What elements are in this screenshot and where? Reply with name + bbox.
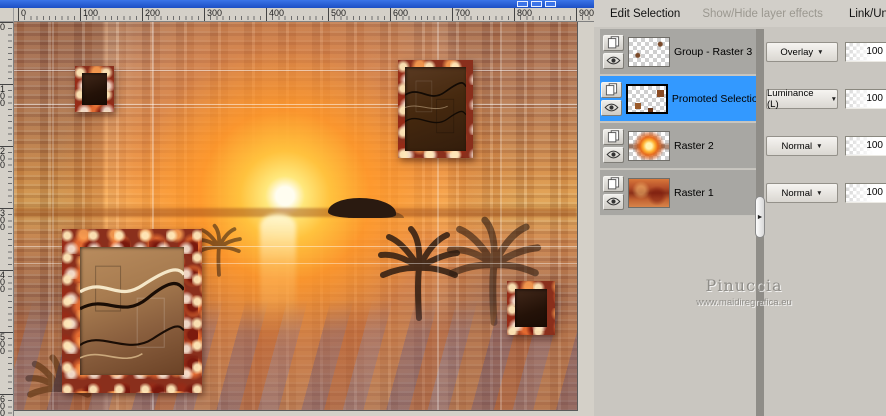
ruler-tick-label: 4 0 0 xyxy=(0,270,13,294)
layer-thumbnail[interactable] xyxy=(628,130,670,161)
opacity-field[interactable]: 100 xyxy=(845,183,886,203)
opacity-field[interactable]: 100 xyxy=(845,136,886,156)
ruler-tick-label: 500 xyxy=(328,8,346,21)
ruler-tick-label: 800 xyxy=(514,8,532,21)
opacity-field[interactable]: 100 xyxy=(845,42,886,62)
eye-icon[interactable] xyxy=(602,193,624,210)
blend-mode-dropdown[interactable]: Normal ▼ xyxy=(766,183,838,203)
ruler-tick-label: 5 0 0 xyxy=(0,332,13,356)
layer-row[interactable]: Raster 1 xyxy=(600,170,756,216)
eye-icon[interactable] xyxy=(602,52,624,69)
ruler-tick-label: 600 xyxy=(390,8,408,21)
ruler-tick-label: 0 xyxy=(0,22,13,32)
layer-row[interactable]: Group - Raster 3 xyxy=(600,29,756,75)
ruler-tick-label: 1 0 0 xyxy=(0,84,13,108)
layer-name: Raster 2 xyxy=(674,139,714,152)
layer-list: Group - Raster 3 Promoted Selection Rast… xyxy=(600,29,756,217)
layer-name: Raster 1 xyxy=(674,186,714,199)
layer-pages-icon[interactable] xyxy=(602,175,624,192)
ruler-tick-label: 900 xyxy=(576,8,594,21)
palette-splitter[interactable]: ► xyxy=(755,29,765,416)
light-streak xyxy=(500,22,502,410)
ruler-tick-label: 3 0 0 xyxy=(0,208,13,232)
layer-thumbnail[interactable] xyxy=(625,83,668,114)
layer-pages-icon[interactable] xyxy=(602,34,624,51)
image-window-titlebar[interactable] xyxy=(0,0,594,8)
canvas-artwork[interactable] xyxy=(14,22,578,411)
layer-pages-icon[interactable] xyxy=(601,81,623,98)
ruler-tick-label: 2 0 0 xyxy=(0,146,13,170)
layer-name: Promoted Selection xyxy=(671,92,756,105)
chevron-down-icon: ▼ xyxy=(816,142,823,150)
picture-frame-small-bottom-right xyxy=(507,281,555,335)
window-close-button[interactable] xyxy=(545,1,556,7)
blend-mode-dropdown[interactable]: Overlay ▼ xyxy=(766,42,838,62)
ruler-horizontal[interactable]: 0 100 200 300 400 500 600 700 800 900 xyxy=(14,8,594,22)
eye-icon[interactable] xyxy=(602,146,624,163)
ruler-tick-label: 6 0 0 xyxy=(0,394,13,416)
layer-row[interactable]: Raster 2 xyxy=(600,123,756,169)
blend-mode-dropdown[interactable]: Luminance (L) ▼ xyxy=(766,88,838,110)
watermark: Pinuccia www.maidiregrafica.eu xyxy=(624,276,864,308)
ruler-corner xyxy=(0,8,14,22)
ruler-tick-label: 700 xyxy=(452,8,470,21)
light-streak xyxy=(52,22,54,410)
toolbar-item: Show/Hide layer effects xyxy=(702,7,823,20)
toolbar-item[interactable]: Edit Selection xyxy=(610,8,680,20)
layers-palette: Edit Selection Show/Hide layer effects Lin… xyxy=(594,0,886,416)
ruler-tick-label: 300 xyxy=(204,8,222,21)
ruler-vertical[interactable]: 0 1 0 0 2 0 0 3 0 0 4 0 0 5 0 0 6 0 0 xyxy=(0,22,14,416)
picture-frame-small-top-left xyxy=(75,66,114,112)
opacity-field[interactable]: 100 xyxy=(845,89,886,109)
watermark-name: Pinuccia xyxy=(705,276,783,295)
ruler-tick-label: 100 xyxy=(80,8,98,21)
chevron-down-icon: ▼ xyxy=(816,189,823,197)
splitter-handle-icon[interactable]: ► xyxy=(755,196,765,238)
watermark-site: www.maidiregrafica.eu xyxy=(696,297,792,308)
chevron-down-icon: ▼ xyxy=(830,95,837,103)
window-minimize-button[interactable] xyxy=(517,1,528,7)
ruler-tick-label: 400 xyxy=(266,8,284,21)
layer-thumbnail[interactable] xyxy=(628,177,670,208)
layers-toolbar: Edit Selection Show/Hide layer effects Lin… xyxy=(594,0,886,27)
eye-icon[interactable] xyxy=(601,99,623,116)
layer-row[interactable]: Promoted Selection xyxy=(600,76,756,122)
blend-mode-dropdown[interactable]: Normal ▼ xyxy=(766,136,838,156)
chevron-down-icon: ▼ xyxy=(817,48,824,56)
layer-name: Group - Raster 3 xyxy=(674,45,753,58)
picture-frame-large xyxy=(62,229,202,393)
ruler-tick-label: 0 xyxy=(18,8,26,21)
layer-thumbnail[interactable] xyxy=(628,36,670,67)
ruler-tick-label: 200 xyxy=(142,8,160,21)
window-restore-button[interactable] xyxy=(531,1,542,7)
layer-pages-icon[interactable] xyxy=(602,128,624,145)
picture-frame-top-right xyxy=(398,60,473,158)
island-silhouette xyxy=(328,198,396,218)
toolbar-item[interactable]: Link/Unlink xyxy=(849,8,886,20)
